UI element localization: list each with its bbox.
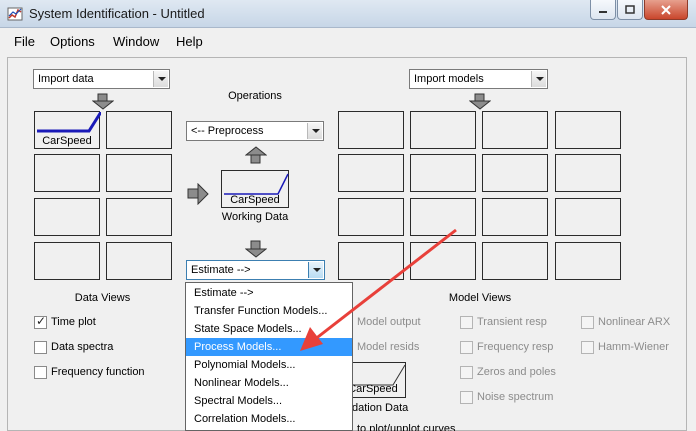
data-views-title: Data Views	[74, 292, 131, 304]
plot-hint-text: to plot/unplot curves	[357, 423, 456, 431]
right-arrow-icon	[187, 183, 209, 205]
model-board-slot[interactable]	[482, 242, 548, 280]
import-models-select[interactable]: Import models	[409, 69, 548, 89]
model-board-slot[interactable]	[555, 111, 621, 149]
data-spectra-label: Data spectra	[51, 341, 114, 353]
import-data-select[interactable]: Import data	[33, 69, 170, 89]
title-bar: System Identification - Untitled	[0, 0, 696, 28]
maximize-icon	[625, 5, 635, 14]
chevron-down-icon	[531, 71, 546, 87]
working-data-slot[interactable]: CarSpeed	[221, 170, 289, 208]
import-models-value: Import models	[414, 73, 484, 85]
menu-window[interactable]: Window	[113, 34, 159, 49]
zeros-poles-checkbox[interactable]	[460, 366, 473, 379]
menu-file[interactable]: File	[14, 34, 35, 49]
import-data-value: Import data	[38, 73, 94, 85]
up-arrow-icon	[245, 146, 267, 164]
down-arrow-icon	[92, 93, 114, 110]
data-board-slot[interactable]	[34, 154, 100, 192]
model-board-slot[interactable]	[338, 154, 404, 192]
zeros-poles-label: Zeros and poles	[477, 366, 556, 378]
preprocess-select[interactable]: <-- Preprocess	[186, 121, 324, 141]
model-board-slot[interactable]	[338, 111, 404, 149]
dropdown-item-spectral[interactable]: Spectral Models...	[186, 392, 352, 410]
model-board-slot[interactable]	[482, 154, 548, 192]
chevron-down-icon	[307, 123, 322, 139]
time-plot-checkbox[interactable]	[34, 314, 47, 329]
minimize-button[interactable]	[590, 0, 616, 20]
data-spectra-checkbox[interactable]	[34, 341, 47, 354]
down-arrow-icon-2	[245, 240, 267, 258]
model-board-slot[interactable]	[482, 111, 548, 149]
down-arrow-icon-3	[469, 93, 491, 110]
nonlinear-arx-checkbox[interactable]	[581, 316, 594, 329]
menu-bar: File Options Window Help	[0, 30, 696, 52]
frequency-function-checkbox[interactable]	[34, 366, 47, 379]
dropdown-item-nonlinear[interactable]: Nonlinear Models...	[186, 374, 352, 392]
time-plot-label: Time plot	[51, 316, 96, 328]
minimize-icon	[599, 10, 607, 13]
frequency-resp-label: Frequency resp	[477, 341, 554, 353]
model-board-slot[interactable]	[555, 242, 621, 280]
system-identification-window: System Identification - Untitled File Op…	[0, 0, 696, 431]
nonlinear-arx-label: Nonlinear ARX	[598, 316, 671, 328]
data-board-slot[interactable]	[106, 198, 172, 236]
model-board-slot[interactable]	[410, 154, 476, 192]
model-board-slot[interactable]	[410, 111, 476, 149]
hamm-wiener-label: Hamm-Wiener	[598, 341, 669, 353]
data-board-slot[interactable]	[106, 154, 172, 192]
annotation-arrow	[300, 228, 457, 351]
noise-spectrum-label: Noise spectrum	[477, 391, 554, 403]
close-icon	[661, 4, 671, 15]
chevron-down-icon	[153, 71, 168, 87]
data-board-slot[interactable]	[34, 242, 100, 280]
dropdown-item-correlation[interactable]: Correlation Models...	[186, 410, 352, 428]
window-title: System Identification - Untitled	[29, 6, 205, 21]
working-data-slot-label: CarSpeed	[230, 194, 280, 206]
preprocess-value: <-- Preprocess	[191, 125, 264, 137]
estimate-value: Estimate -->	[191, 264, 251, 276]
data-slot-carspeed[interactable]: CarSpeed	[34, 111, 101, 149]
noise-spectrum-checkbox[interactable]	[460, 391, 473, 404]
matlab-app-icon	[7, 7, 23, 21]
maximize-button[interactable]	[617, 0, 643, 20]
data-board-slot[interactable]	[34, 198, 100, 236]
model-board-slot[interactable]	[482, 198, 548, 236]
close-button[interactable]	[644, 0, 688, 20]
working-data-caption: Working Data	[221, 211, 289, 223]
data-slot-label: CarSpeed	[42, 135, 92, 147]
menu-options[interactable]: Options	[50, 34, 95, 49]
frequency-function-label: Frequency function	[51, 366, 145, 378]
hamm-wiener-checkbox[interactable]	[581, 341, 594, 354]
transient-resp-label: Transient resp	[477, 316, 547, 328]
model-board-slot[interactable]	[555, 198, 621, 236]
menu-help[interactable]: Help	[176, 34, 203, 49]
data-board-slot[interactable]	[106, 242, 172, 280]
data-board-slot[interactable]	[106, 111, 172, 149]
model-board-slot[interactable]	[555, 154, 621, 192]
validation-data-caption: dation Data	[352, 402, 409, 414]
operations-title: Operations	[228, 90, 282, 102]
